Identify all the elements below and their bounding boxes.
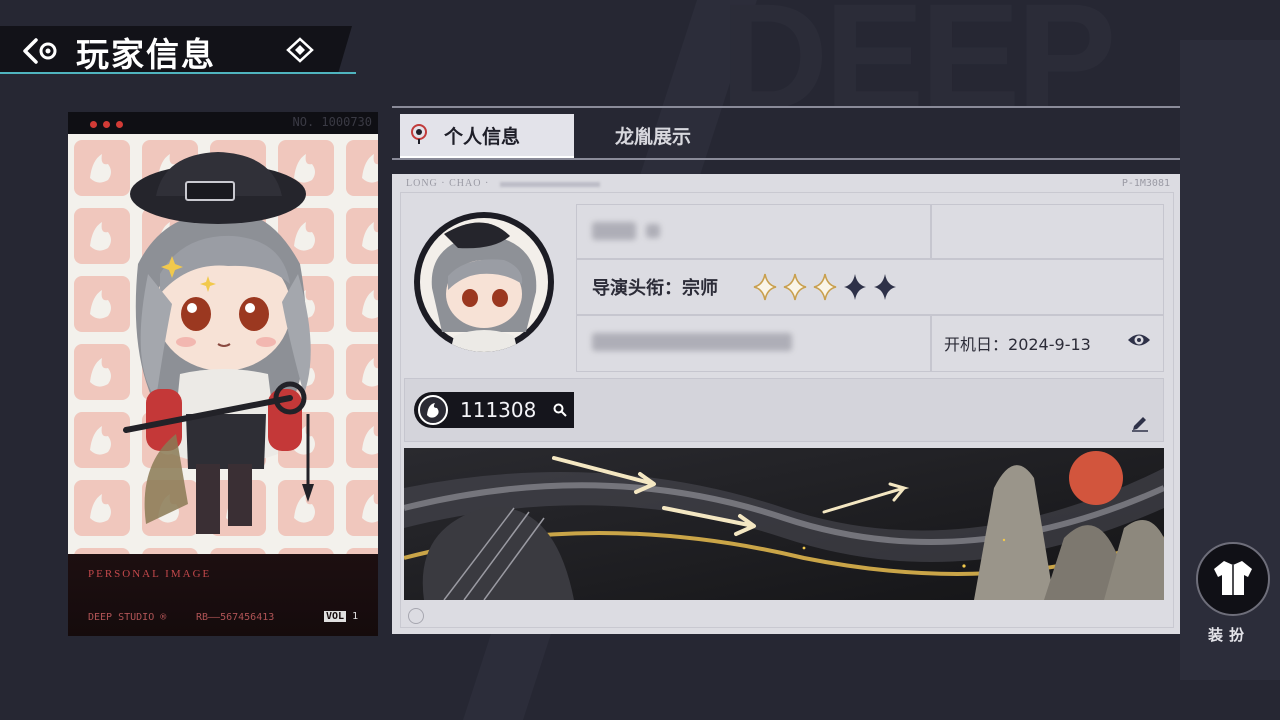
player-id-badge[interactable]: 111308 <box>414 392 574 428</box>
player-avatar[interactable] <box>414 212 554 352</box>
location-pin-icon <box>411 124 427 144</box>
start-date-label: 开机日： <box>944 335 1009 354</box>
card-footer-title: PERSONAL IMAGE <box>88 568 212 580</box>
outfit-button-label[interactable]: 装扮 <box>1208 624 1250 645</box>
card-footer: PERSONAL IMAGE DEEP STUDIO ® RB——5674564… <box>68 554 378 636</box>
panel-header-redacted <box>500 182 600 187</box>
player-info-redacted <box>592 333 792 351</box>
rank-label: 导演头衔： <box>592 278 682 299</box>
panel-serial: P-1M3081 <box>1121 178 1170 189</box>
character-chibi-image <box>68 134 378 554</box>
rank-text: 导演头衔：宗师 <box>592 274 718 300</box>
rank-stars <box>753 273 896 301</box>
tab-dragon-showcase[interactable]: 龙胤展示 <box>615 122 691 149</box>
tab-personal-info[interactable]: 个人信息 <box>400 114 574 158</box>
star-dark-icon <box>874 274 896 300</box>
player-id: 111308 <box>460 398 537 422</box>
star-gold-icon <box>753 273 777 301</box>
rank-value: 宗师 <box>682 278 718 299</box>
card-dot-icon <box>90 121 97 128</box>
edit-pencil-icon[interactable] <box>1130 412 1150 432</box>
card-volume: VOL 1 <box>324 611 358 622</box>
empty-cell <box>930 204 1164 260</box>
start-date: 开机日：2024-9-13 <box>944 331 1091 355</box>
back-arrow-icon[interactable] <box>20 36 60 66</box>
outfit-jacket-icon <box>1214 561 1252 595</box>
player-tag-redacted <box>646 224 660 238</box>
tab-bottom-line <box>392 158 1180 160</box>
panel-header-text: LONG · CHAO · <box>406 178 490 189</box>
game-logo-icon <box>418 395 448 425</box>
star-gold-icon <box>783 273 807 301</box>
diamond-menu-icon[interactable] <box>285 37 315 63</box>
search-icon[interactable] <box>552 402 568 418</box>
profile-banner-image <box>404 448 1164 600</box>
card-rb-code: RB——567456413 <box>196 612 275 623</box>
star-gold-icon <box>813 273 837 301</box>
card-top-bar: NO. 1000730 <box>68 112 378 134</box>
character-card[interactable]: NO. 1000730 PERSONAL IMAGE DEEP STUDIO ®… <box>68 112 378 636</box>
card-studio: DEEP STUDIO ® <box>88 612 167 623</box>
tab-top-line <box>392 106 1180 108</box>
footer-circle-icon <box>408 608 424 624</box>
visibility-eye-icon[interactable] <box>1126 330 1152 350</box>
outfit-button[interactable] <box>1196 542 1270 616</box>
card-number: NO. 1000730 <box>292 115 372 129</box>
player-name-redacted <box>592 222 636 240</box>
start-date-value: 2024-9-13 <box>1008 335 1091 354</box>
card-dot-icon <box>116 121 123 128</box>
card-volume-number: 1 <box>352 611 359 622</box>
card-volume-label: VOL <box>324 611 347 622</box>
star-dark-icon <box>844 274 866 300</box>
card-dot-icon <box>103 121 110 128</box>
page-title: 玩家信息 <box>76 35 216 74</box>
tab-personal-info-label: 个人信息 <box>444 126 521 148</box>
